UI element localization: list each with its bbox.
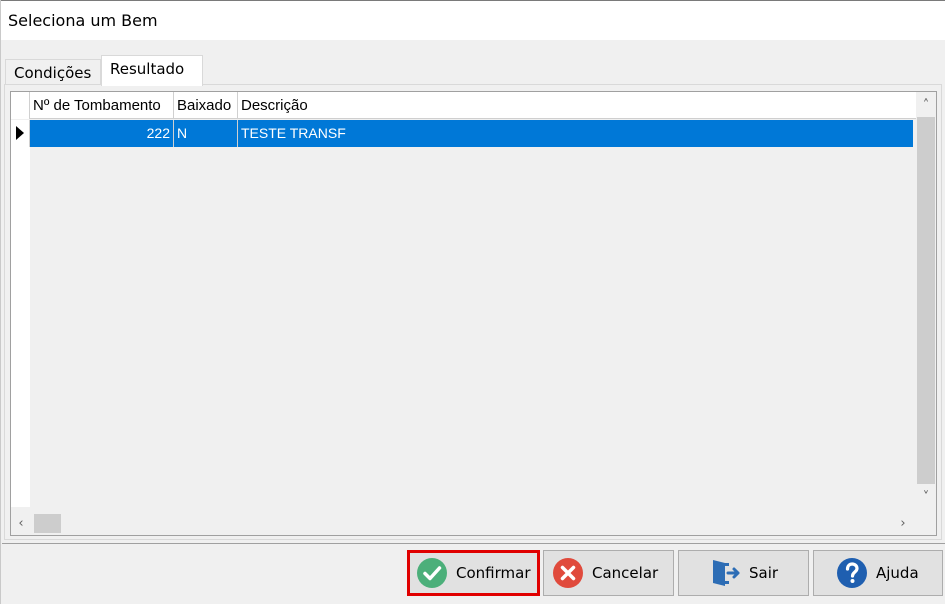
grid-header: Nº de Tombamento Baixado Descrição [11, 92, 916, 119]
cell-descricao[interactable]: TESTE TRANSF [238, 120, 638, 147]
vertical-scroll-thumb[interactable] [917, 117, 935, 484]
cell-tombamento[interactable]: 222 [30, 120, 174, 147]
cancelar-label: Cancelar [592, 564, 659, 582]
sair-label: Sair [749, 564, 779, 582]
button-bar: Confirmar Cancelar Sair Ajuda [2, 543, 945, 604]
tab-resultado[interactable]: Resultado [101, 55, 203, 86]
column-header-tombamento[interactable]: Nº de Tombamento [30, 92, 174, 119]
cancelar-button[interactable]: Cancelar [543, 550, 674, 596]
dialog-window: Seleciona um Bem Condições Resultado Nº … [0, 0, 945, 604]
confirmar-button[interactable]: Confirmar [407, 550, 540, 596]
scroll-up-icon[interactable]: ˄ [916, 95, 936, 115]
cell-baixado[interactable]: N [174, 120, 238, 147]
scroll-left-icon[interactable]: ‹ [11, 512, 31, 535]
header-indicator-cell [11, 92, 30, 119]
horizontal-scrollbar[interactable]: ‹ › [11, 512, 916, 535]
scrollbar-corner [916, 512, 936, 535]
confirmar-label: Confirmar [456, 564, 531, 582]
title-bar: Seleciona um Bem [1, 0, 945, 40]
cancel-circle-icon [553, 558, 583, 588]
table-row[interactable]: 222 N TESTE TRANSF [11, 120, 916, 147]
ajuda-button[interactable]: Ajuda [813, 550, 943, 596]
exit-door-icon [713, 560, 740, 586]
current-row-arrow-icon [16, 126, 24, 140]
check-circle-icon [417, 558, 447, 588]
indicator-column-empty [11, 147, 30, 507]
ajuda-label: Ajuda [876, 564, 919, 582]
results-grid: Nº de Tombamento Baixado Descrição 222 N… [10, 91, 937, 536]
help-circle-icon [837, 558, 867, 588]
sair-button[interactable]: Sair [678, 550, 809, 596]
scroll-down-icon[interactable]: ˅ [916, 487, 936, 507]
vertical-scrollbar[interactable]: ˄ ˅ [916, 92, 936, 512]
horizontal-scroll-thumb[interactable] [34, 514, 61, 533]
column-header-baixado[interactable]: Baixado [174, 92, 238, 119]
tab-panel-resultado: Nº de Tombamento Baixado Descrição 222 N… [4, 84, 942, 540]
window-title: Seleciona um Bem [8, 11, 158, 30]
scroll-right-icon[interactable]: › [893, 512, 913, 535]
column-header-descricao[interactable]: Descrição [238, 92, 438, 119]
row-indicator [11, 120, 30, 147]
tab-condicoes[interactable]: Condições [5, 59, 101, 85]
